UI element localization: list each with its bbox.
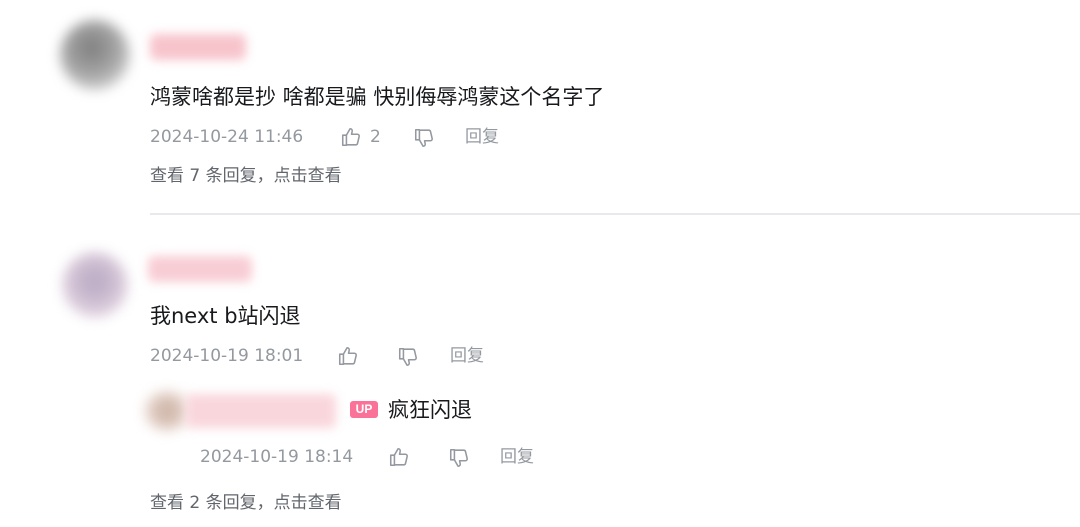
thumbs-up-icon[interactable] bbox=[340, 126, 362, 148]
reply-timestamp: 2024-10-19 18:14 bbox=[200, 447, 354, 467]
username-blurred[interactable] bbox=[148, 256, 252, 282]
thumbs-up-icon[interactable] bbox=[388, 446, 410, 468]
reply-button[interactable]: 回复 bbox=[465, 126, 499, 148]
avatar[interactable] bbox=[60, 20, 130, 90]
view-replies-link[interactable]: 查看 7 条回复，点击查看 bbox=[150, 165, 342, 187]
avatar[interactable] bbox=[62, 252, 128, 318]
username-blurred[interactable] bbox=[150, 34, 246, 60]
avatar[interactable] bbox=[144, 391, 190, 431]
view-replies-link[interactable]: 查看 2 条回复，点击查看 bbox=[150, 492, 342, 514]
up-badge: UP bbox=[350, 401, 378, 418]
thumbs-up-icon[interactable] bbox=[337, 345, 359, 367]
comment-divider bbox=[150, 213, 1080, 215]
reply-content: 疯狂闪退 bbox=[388, 398, 472, 422]
comment-content: 我next b站闪退 bbox=[150, 304, 301, 328]
like-count: 2 bbox=[370, 127, 381, 147]
comment-content: 鸿蒙啥都是抄 啥都是骗 快别侮辱鸿蒙这个名字了 bbox=[150, 85, 605, 109]
username-blurred[interactable] bbox=[186, 394, 336, 428]
comment-timestamp: 2024-10-24 11:46 bbox=[150, 127, 304, 147]
thumbs-down-icon[interactable] bbox=[413, 127, 435, 149]
thumbs-down-icon[interactable] bbox=[448, 447, 470, 469]
comment-timestamp: 2024-10-19 18:01 bbox=[150, 346, 304, 366]
reply-button[interactable]: 回复 bbox=[500, 446, 534, 468]
thumbs-down-icon[interactable] bbox=[397, 346, 419, 368]
reply-button[interactable]: 回复 bbox=[450, 345, 484, 367]
comment-section: 鸿蒙啥都是抄 啥都是骗 快别侮辱鸿蒙这个名字了 2024-10-24 11:46… bbox=[0, 0, 1080, 527]
